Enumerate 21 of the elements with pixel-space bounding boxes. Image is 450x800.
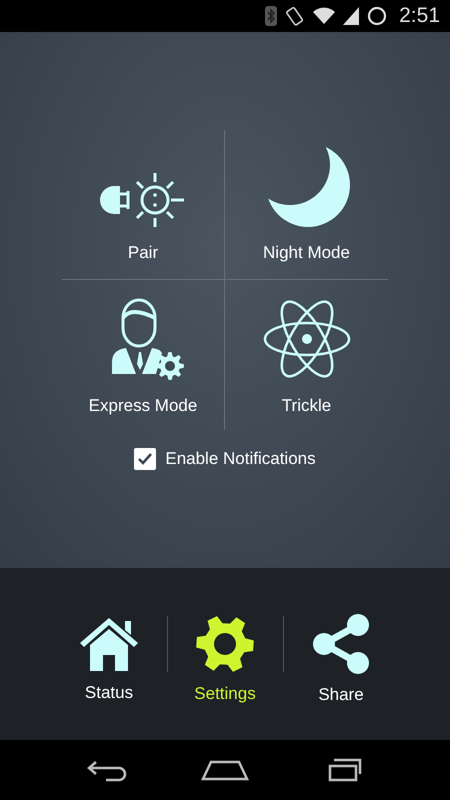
feature-tile[interactable]: Express Mode <box>62 280 225 430</box>
feature-tile[interactable]: Pair <box>62 130 225 280</box>
checkbox[interactable] <box>134 448 156 470</box>
house-icon <box>78 615 140 673</box>
feature-tile[interactable]: Trickle <box>225 280 388 430</box>
checkbox-label: Enable Notifications <box>165 449 316 469</box>
phone-rotate-icon <box>285 6 306 26</box>
bluetooth-icon <box>265 6 278 26</box>
plug-sun-icon <box>100 171 186 229</box>
home-icon[interactable] <box>200 759 249 781</box>
notifications-checkbox[interactable]: Enable Notifications <box>134 448 316 470</box>
battery-circle-icon <box>367 6 388 26</box>
wifi-icon <box>313 7 336 25</box>
signal-icon <box>343 7 360 25</box>
gear-icon <box>195 614 255 674</box>
feature-tile[interactable]: Night Mode <box>225 130 388 280</box>
clock-time: 2:51 <box>399 4 440 28</box>
tab[interactable]: Share <box>284 613 398 705</box>
share-icon <box>310 613 372 675</box>
tab[interactable]: Status <box>52 615 166 703</box>
tab[interactable]: Settings <box>168 614 282 704</box>
